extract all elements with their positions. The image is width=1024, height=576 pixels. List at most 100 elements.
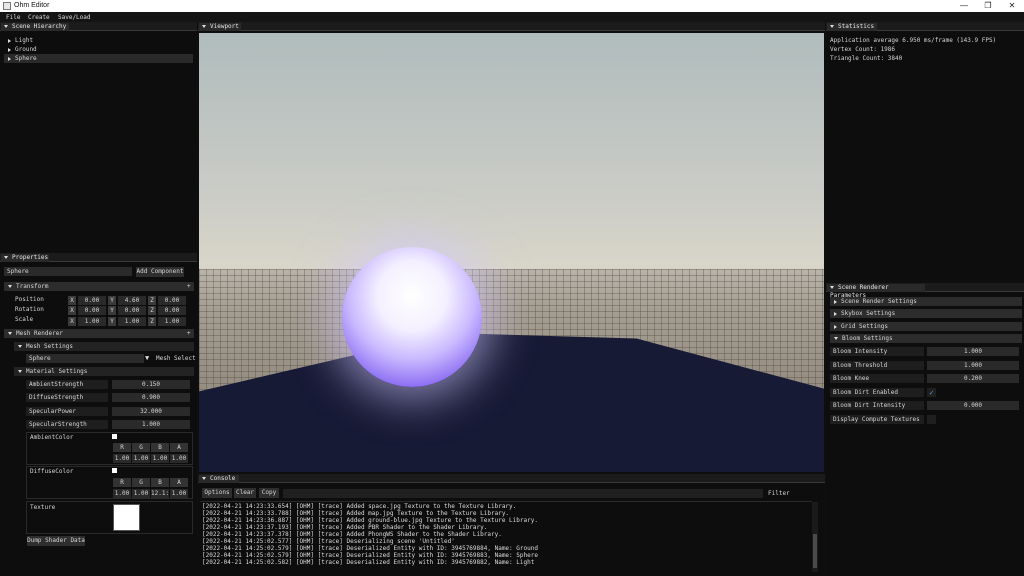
bloom-settings-section[interactable]: Bloom Settings [830,334,1022,343]
mesh-select-dropdown[interactable]: Sphere [26,354,144,363]
bloom-threshold-input[interactable]: 1.000 [927,361,1019,370]
diffuse-r-input[interactable]: 1.00 [113,489,131,498]
channel-b-label: B [151,443,169,452]
close-button[interactable]: ✕ [1000,0,1024,12]
axis-y-label: Y [108,306,116,315]
mesh-renderer-settings-icon[interactable]: + [187,330,191,337]
window-titlebar: Ohm Editor — ❐ ✕ [0,0,1024,12]
sphere-object[interactable] [342,247,482,387]
diffuse-color-label: DiffuseColor [30,468,74,475]
panel-title: Properties [12,254,49,261]
channel-b-label: B [151,478,169,487]
expand-arrow-icon [8,38,11,43]
entity-name-input[interactable]: Sphere [4,267,132,276]
menu-save-load[interactable]: Save/Load [58,14,91,21]
section-title: Scene Render Settings [841,298,917,305]
hierarchy-item-sphere[interactable]: Sphere [4,54,193,63]
menu-file[interactable]: File [6,14,20,21]
bloom-intensity-input[interactable]: 1.000 [927,347,1019,356]
position-y-input[interactable]: 4.60 [118,296,146,305]
console-filter-input[interactable] [283,489,763,498]
ambient-g-input[interactable]: 1.00 [132,454,150,463]
scale-x-input[interactable]: 1.00 [78,317,106,326]
scale-label: Scale [15,316,34,323]
bloom-dirt-enabled-checkbox[interactable]: ✓ [927,388,936,397]
tab-statistics[interactable]: Statistics [827,23,877,31]
diffuse-strength-input[interactable]: 0.900 [112,393,190,402]
display-compute-textures-checkbox[interactable] [927,415,936,424]
console-panel: Console Options Clear Copy Filter [2022-… [198,474,825,576]
collapse-icon [4,256,8,259]
console-options-button[interactable]: Options [202,488,232,498]
ambient-b-input[interactable]: 1.00 [151,454,169,463]
scene-render-settings-section[interactable]: Scene Render Settings [830,297,1022,306]
ambient-a-input[interactable]: 1.00 [170,454,188,463]
transform-settings-icon[interactable]: + [187,283,191,290]
rotation-y-input[interactable]: 0.00 [118,306,146,315]
grid-settings-section[interactable]: Grid Settings [830,322,1022,331]
dump-shader-data-button[interactable]: Dump Shader Data [27,536,85,546]
hierarchy-item-ground[interactable]: Ground [8,45,37,54]
ambient-r-input[interactable]: 1.00 [113,454,131,463]
axis-x-label: X [68,317,76,326]
panel-title: Console [210,475,236,482]
section-title: Mesh Renderer [16,330,63,337]
panel-title: Statistics [838,23,875,30]
expand-arrow-icon [834,299,837,304]
console-log-area[interactable]: [2022-04-21 14:23:33.654] [OHM] [trace] … [200,501,812,575]
dropdown-arrow-icon[interactable]: ▼ [145,354,149,363]
position-label: Position [15,296,44,303]
diffuse-a-input[interactable]: 1.00 [170,489,188,498]
add-component-button[interactable]: Add Component [136,267,184,277]
scale-z-input[interactable]: 1.00 [158,317,186,326]
menu-bar: File Create Save/Load [0,12,1024,22]
specular-strength-input[interactable]: 1.000 [112,420,190,429]
channel-g-label: G [132,443,150,452]
tab-properties[interactable]: Properties [1,254,49,262]
rotation-z-input[interactable]: 0.00 [158,306,186,315]
mesh-renderer-section[interactable]: Mesh Renderer [4,329,194,338]
tab-scene-renderer-parameters[interactable]: Scene Renderer Parameters [827,284,925,299]
diffuse-color-swatch[interactable] [112,468,117,473]
tab-console[interactable]: Console [199,475,239,483]
skybox-settings-section[interactable]: Skybox Settings [830,309,1022,318]
tab-scene-hierarchy[interactable]: Scene Hierarchy [1,23,69,31]
properties-panel: Properties Sphere Add Component Transfor… [0,253,197,576]
scene-viewport[interactable] [199,33,824,472]
section-title: Skybox Settings [841,310,896,317]
position-z-input[interactable]: 0.00 [158,296,186,305]
diffuse-g-input[interactable]: 1.00 [132,489,150,498]
transform-section[interactable]: Transform [4,282,194,291]
bloom-dirt-intensity-input[interactable]: 0.000 [927,401,1019,410]
mesh-settings-section[interactable]: Mesh Settings [14,342,194,351]
diffuse-b-input[interactable]: 12.1: [151,489,169,498]
menu-create[interactable]: Create [28,14,50,21]
scene-hierarchy-panel: Scene Hierarchy Light Ground Sphere [0,22,197,252]
minimize-button[interactable]: — [952,0,976,12]
maximize-button[interactable]: ❐ [976,0,1000,12]
hierarchy-item-light[interactable]: Light [8,36,33,45]
console-scrollbar-thumb[interactable] [813,534,817,568]
scale-y-input[interactable]: 1.00 [118,317,146,326]
mesh-select-label: Mesh Select [156,355,196,362]
specular-power-input[interactable]: 32.000 [112,407,190,416]
rotation-x-input[interactable]: 0.00 [78,306,106,315]
material-settings-section[interactable]: Material Settings [14,367,194,376]
tab-viewport[interactable]: Viewport [199,23,241,31]
channel-r-label: R [113,478,131,487]
position-x-input[interactable]: 0.00 [78,296,106,305]
console-clear-button[interactable]: Clear [234,488,256,498]
channel-g-label: G [132,478,150,487]
ambient-strength-input[interactable]: 0.150 [112,380,190,389]
section-title: Bloom Settings [842,335,893,342]
ambient-color-swatch[interactable] [112,434,117,439]
statistics-panel: Statistics Application average 6.950 ms/… [826,22,1024,280]
collapse-arrow-icon [834,337,838,340]
console-copy-button[interactable]: Copy [259,488,279,498]
axis-z-label: Z [148,306,156,315]
texture-preview[interactable] [113,504,140,531]
bloom-intensity-label: Bloom Intensity [830,347,924,356]
panel-title: Scene Hierarchy [12,23,67,30]
axis-y-label: Y [108,317,116,326]
bloom-knee-input[interactable]: 0.200 [927,374,1019,383]
